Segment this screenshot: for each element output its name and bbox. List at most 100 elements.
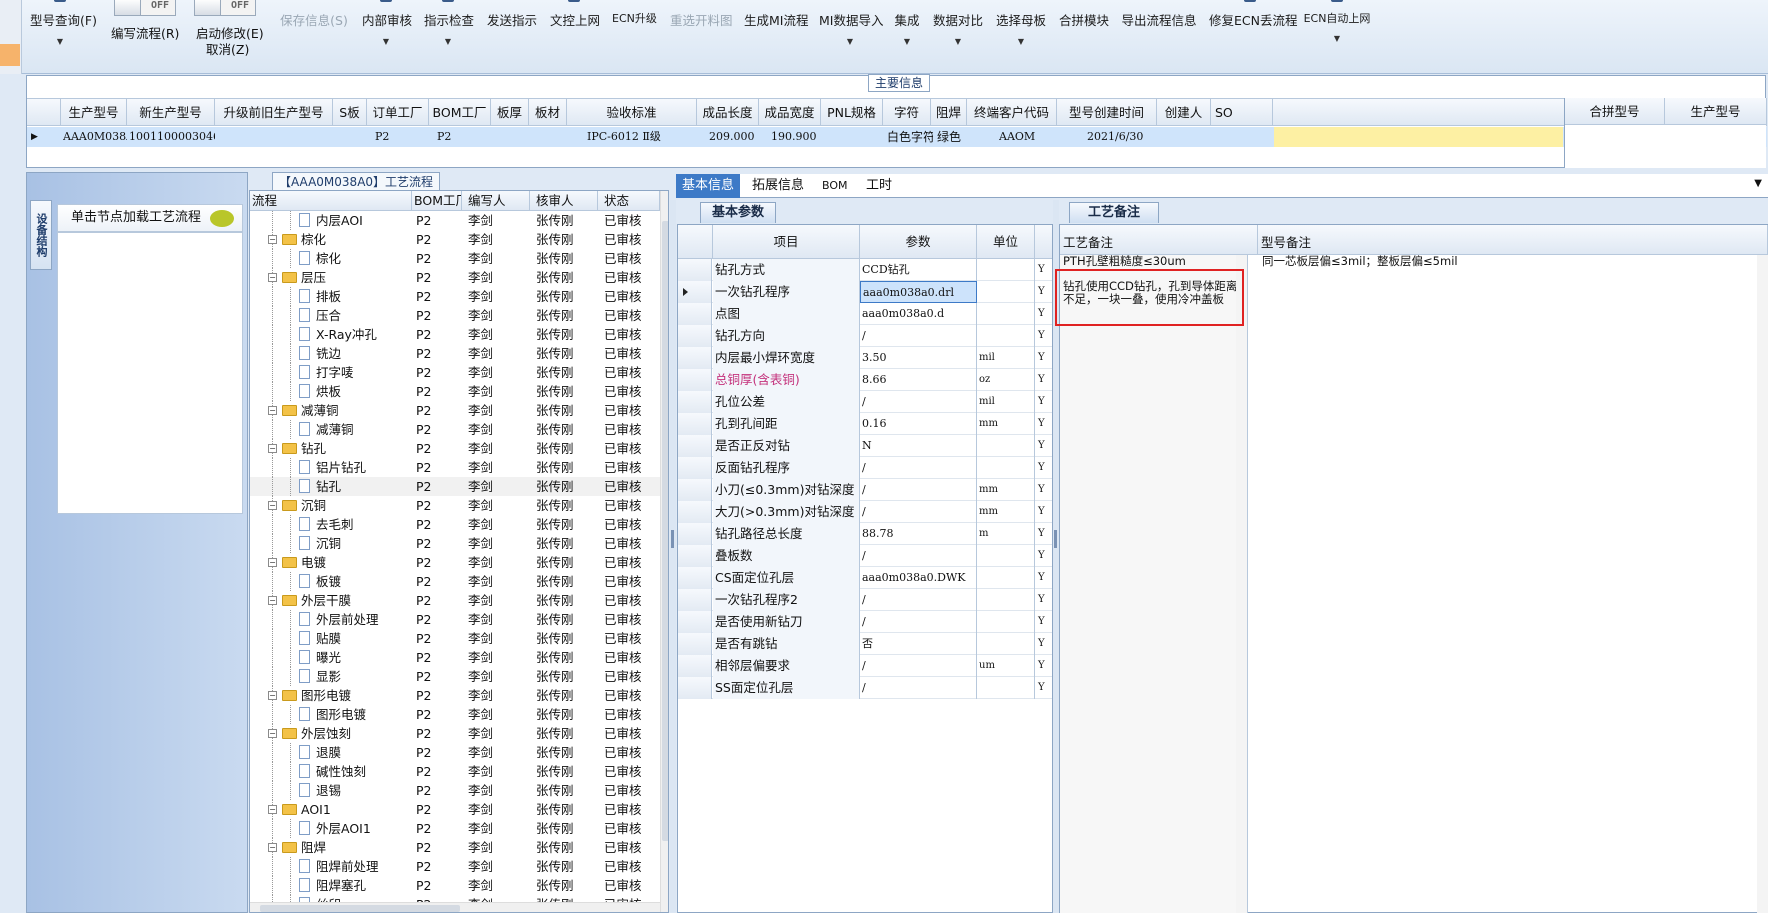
grid-corner[interactable] [678, 225, 713, 258]
tree-row[interactable]: − 减薄铜 P2 李剑 张传刚 已审核 [250, 401, 660, 420]
collapse-icon[interactable]: − [268, 273, 277, 282]
tree-row[interactable]: 碱性蚀刻 P2 李剑 张传刚 已审核 [250, 762, 660, 781]
collapse-icon[interactable]: − [268, 501, 277, 510]
tree-row[interactable]: 阻焊前处理 P2 李剑 张传刚 已审核 [250, 857, 660, 876]
param-value[interactable]: / [860, 589, 977, 611]
col-header[interactable]: 创建人 [1157, 99, 1211, 126]
param-row[interactable]: 叠板数 / Y [678, 545, 1052, 567]
col-header[interactable]: 板材 [529, 99, 567, 126]
col-header[interactable]: 字符 [883, 99, 931, 126]
param-row[interactable]: CS面定位孔层 aaa0m038a0.DWK Y [678, 567, 1052, 589]
tree-row[interactable]: − 图形电镀 P2 李剑 张传刚 已审核 [250, 686, 660, 705]
collapse-icon[interactable]: − [268, 444, 277, 453]
row-indicator[interactable] [678, 325, 712, 347]
col-header[interactable]: 型号创建时间 [1057, 99, 1157, 126]
col-header[interactable]: 验收标准 [567, 99, 697, 126]
param-value[interactable]: 3.50 [860, 347, 977, 369]
col-header[interactable]: SO [1211, 99, 1273, 126]
cell-width[interactable]: 190.900 [771, 127, 821, 147]
internal-review-button[interactable]: 内部审核 ▼ [362, 0, 412, 74]
collapse-icon[interactable]: − [268, 596, 277, 605]
collapse-icon[interactable]: − [268, 843, 277, 852]
param-row[interactable]: 孔到孔间距 0.16 mm Y [678, 413, 1052, 435]
param-value[interactable]: 0.16 [860, 413, 977, 435]
cell-new-model[interactable]: 10011000030464 [129, 127, 215, 147]
param-value[interactable]: / [860, 677, 977, 699]
col-header[interactable]: 合拼型号 [1565, 98, 1665, 125]
param-value[interactable]: / [860, 545, 977, 567]
param-row[interactable]: 是否正反对钻 N Y [678, 435, 1052, 457]
param-row[interactable]: 一次钻孔程序2/ Y [678, 589, 1052, 611]
model-query-button[interactable]: 型号查询(F) ▼ [30, 0, 97, 74]
tab-bom[interactable]: BOM [816, 174, 854, 198]
row-indicator[interactable] [678, 281, 712, 303]
row-indicator[interactable] [678, 435, 712, 457]
col-header[interactable]: 工艺备注 [1060, 225, 1258, 254]
select-mother-board-button[interactable]: 选择母板 ▼ [996, 0, 1046, 74]
send-instruction-button[interactable]: 发送指示 [487, 0, 537, 74]
ecn-auto-online-button[interactable]: ECN自动上网 ▼ [1303, 0, 1371, 74]
cell-bom-factory[interactable]: P2 [437, 127, 487, 147]
col-header[interactable]: 订单工厂 [367, 99, 429, 126]
doc-control-online-button[interactable]: 文控上网 [550, 0, 600, 74]
integrate-button[interactable]: 集成 ▼ [893, 0, 921, 74]
tree-row[interactable]: 压合 P2 李剑 张传刚 已审核 [250, 306, 660, 325]
tree-row[interactable]: 外层前处理 P2 李剑 张传刚 已审核 [250, 610, 660, 629]
device-structure-tab[interactable]: 设备结构 [30, 200, 52, 270]
row-indicator[interactable] [678, 677, 712, 699]
param-row[interactable]: 总铜厚(含表铜) 8.66 oz Y [678, 369, 1052, 391]
tree-row[interactable]: − AOI1 P2 李剑 张传刚 已审核 [250, 800, 660, 819]
col-header[interactable]: 成品宽度 [759, 99, 821, 126]
tree-row[interactable]: 板镀 P2 李剑 张传刚 已审核 [250, 572, 660, 591]
col-header[interactable]: BOM工厂 [429, 99, 491, 126]
cell-order-factory[interactable]: P2 [375, 127, 425, 147]
tree-row[interactable]: 棕化 P2 李剑 张传刚 已审核 [250, 249, 660, 268]
cell-char[interactable]: 白色字符 [887, 127, 933, 147]
param-row[interactable]: 钻孔路径总长度 88.78 m Y [678, 523, 1052, 545]
tree-row[interactable]: − 钻孔 P2 李剑 张传刚 已审核 [250, 439, 660, 458]
tree-row[interactable]: − 层压 P2 李剑 张传刚 已审核 [250, 268, 660, 287]
write-flow-toggle[interactable]: OFF 编写流程(R) [100, 0, 180, 74]
save-info-button[interactable]: 保存信息(S) [280, 0, 348, 74]
col-header[interactable]: 状态 [598, 191, 660, 210]
tree-row[interactable]: − 外层蚀刻 P2 李剑 张传刚 已审核 [250, 724, 660, 743]
tree-row[interactable]: 减薄铜 P2 李剑 张传刚 已审核 [250, 420, 660, 439]
param-row[interactable]: 钻孔方向 / Y [678, 325, 1052, 347]
col-header[interactable]: 生产型号 [61, 99, 127, 126]
col-header[interactable]: S板 [333, 99, 367, 126]
param-value[interactable]: / [860, 479, 977, 501]
row-indicator[interactable] [678, 633, 712, 655]
row-indicator[interactable] [678, 413, 712, 435]
col-header[interactable]: 编写人 [462, 191, 530, 210]
row-indicator[interactable] [678, 523, 712, 545]
param-row[interactable]: SS面定位孔层 / Y [678, 677, 1052, 699]
collapse-icon[interactable]: − [268, 729, 277, 738]
ecn-upgrade-button[interactable]: ECN升级 [612, 0, 657, 74]
col-header[interactable]: 终端客户代码 [967, 99, 1057, 126]
collapse-icon[interactable]: − [268, 691, 277, 700]
tree-vertical-scrollbar[interactable] [660, 191, 668, 912]
col-header[interactable]: 新生产型号 [127, 99, 215, 126]
row-indicator[interactable] [678, 259, 712, 281]
tree-row[interactable]: 阻焊塞孔 P2 李剑 张传刚 已审核 [250, 876, 660, 895]
export-flow-info-button[interactable]: 导出流程信息 [1121, 0, 1197, 74]
cell-solder[interactable]: 绿色 [937, 127, 967, 147]
param-row[interactable]: 相邻层偏要求 / um Y [678, 655, 1052, 677]
col-header[interactable]: 型号备注 [1258, 225, 1768, 254]
data-compare-button[interactable]: 数据对比 ▼ [933, 0, 983, 74]
param-row[interactable]: 孔位公差 / mil Y [678, 391, 1052, 413]
collapse-icon[interactable]: − [268, 558, 277, 567]
fix-ecn-lost-flow-button[interactable]: 修复ECN丢流程 [1209, 0, 1297, 74]
row-indicator[interactable] [678, 457, 712, 479]
row-indicator[interactable] [678, 655, 712, 677]
row-indicator[interactable] [678, 347, 712, 369]
collapse-icon[interactable]: − [268, 406, 277, 415]
col-header[interactable]: PNL规格 [821, 99, 883, 126]
param-value[interactable]: aaa0m038a0.drl [860, 281, 977, 303]
tree-row[interactable]: 铣边 P2 李剑 张传刚 已审核 [250, 344, 660, 363]
cell-customer[interactable]: AAOM [999, 127, 1055, 147]
param-row[interactable]: 是否有跳钻否 Y [678, 633, 1052, 655]
tree-row[interactable]: 去毛刺 P2 李剑 张传刚 已审核 [250, 515, 660, 534]
tree-row[interactable]: 内层AOI P2 李剑 张传刚 已审核 [250, 211, 660, 230]
param-value[interactable]: aaa0m038a0.d [860, 303, 977, 325]
